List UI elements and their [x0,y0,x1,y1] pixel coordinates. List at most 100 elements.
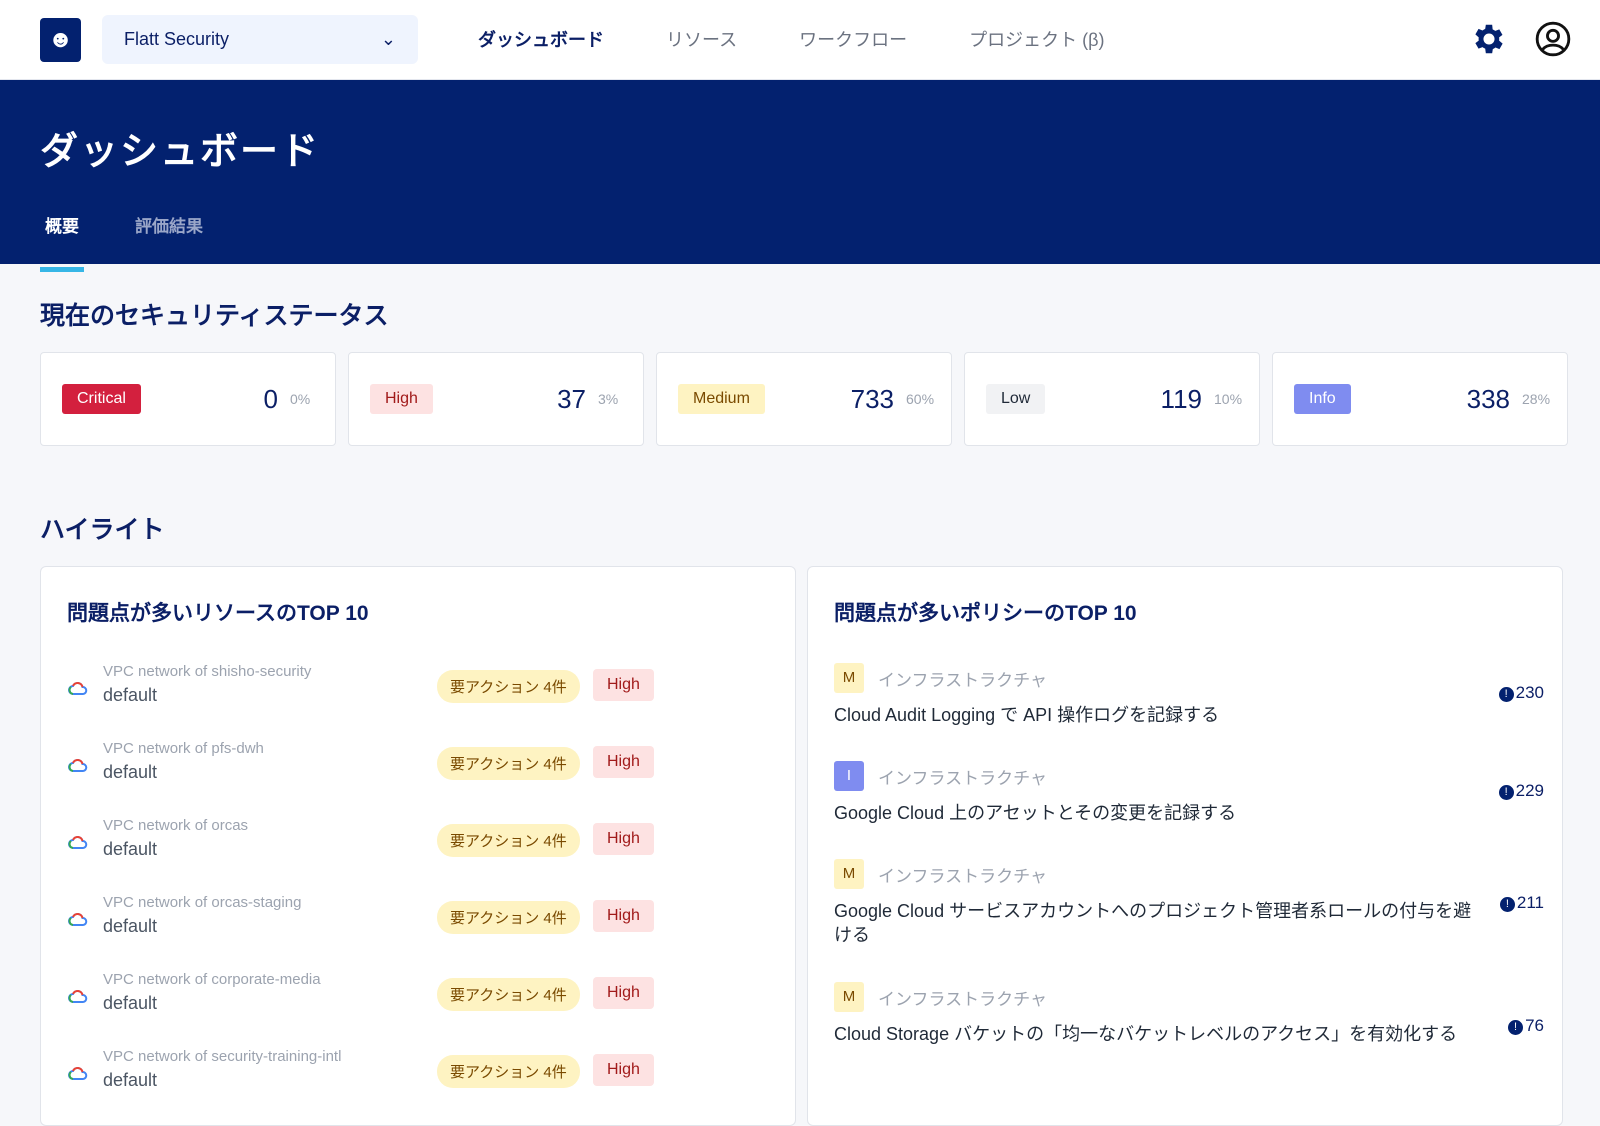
policy-count-value: 76 [1525,1016,1544,1035]
security-status-heading: 現在のセキュリティステータス [40,302,389,330]
policy-title: Google Cloud 上のアセットとその変更を記録する [834,803,1237,823]
nav-workflows[interactable]: ワークフロー [799,26,907,52]
policy-title: Cloud Storage バケットの「均一なバケットレベルのアクセス」を有効化… [834,1024,1458,1044]
action-required-badge: 要アクション 4件 [437,747,580,780]
google-cloud-icon [68,1066,88,1080]
action-required-badge: 要アクション 4件 [437,670,580,703]
resource-name: default [103,916,158,936]
severity-count: 119 [1160,383,1202,414]
policy-item[interactable]: I インフラストラクチャ Google Cloud 上のアセットとその変更を記録す… [834,761,1544,825]
resource-row[interactable]: VPC network of pfs-dwh default 要アクション 4件… [67,740,667,800]
top-header: ☻ Flatt Security ⌄ ダッシュボード リソース ワークフロー プロ… [0,0,1600,80]
severity-badge: High [593,1054,654,1086]
tab-results[interactable]: 評価結果 [130,212,208,272]
severity-badge: High [593,977,654,1009]
severity-percent: 3% [598,391,619,407]
top-resources-title: 問題点が多いリソースのTOP 10 [67,602,369,625]
severity-percent: 28% [1522,391,1551,407]
severity-badge: Low [986,384,1046,414]
chevron-down-icon: ⌄ [380,29,396,49]
policy-category: インフラストラクチャ [878,768,1047,788]
action-required-badge: 要アクション 4件 [437,901,580,934]
action-required-badge: 要アクション 4件 [437,824,580,857]
severity-badge: Medium [678,384,765,414]
severity-count: 338 [1466,383,1510,414]
severity-count: 0 [263,383,278,414]
severity-card-info[interactable]: Info 338 28% [1272,352,1568,446]
resource-name: default [103,993,158,1013]
severity-badge: High [593,823,654,855]
severity-badge: High [593,746,654,778]
tab-overview[interactable]: 概要 [40,212,84,272]
resource-row[interactable]: VPC network of security-training-intl de… [67,1048,667,1108]
resource-parent: VPC network of pfs-dwh [103,740,264,757]
action-required-badge: 要アクション 4件 [437,978,580,1011]
organization-select[interactable]: Flatt Security ⌄ [102,15,418,64]
policy-issue-count: ! 211 [1499,893,1544,913]
google-cloud-icon [68,681,88,695]
alert-icon: ! [1498,687,1514,702]
page-title: ダッシュボード [40,131,321,173]
policy-level-badge: M [834,663,864,693]
severity-count: 37 [557,383,586,414]
policy-issue-count: ! 230 [1498,683,1544,703]
google-cloud-icon [68,912,88,926]
policy-level-badge: I [834,761,864,791]
app-logo[interactable]: ☻ [40,18,81,62]
nav-resources[interactable]: リソース [666,26,737,52]
action-required-badge: 要アクション 4件 [437,1055,580,1088]
resource-parent: VPC network of orcas-staging [103,894,302,911]
top-resources-panel: 問題点が多いリソースのTOP 10 VPC network of shisho-… [40,566,796,1126]
severity-card-medium[interactable]: Medium 733 60% [656,352,952,446]
resource-row[interactable]: VPC network of shisho-security default 要… [67,663,667,723]
resource-name: default [103,1070,158,1090]
severity-badge: Info [1294,384,1351,414]
gear-icon[interactable] [1470,20,1508,58]
main-nav: ダッシュボード リソース ワークフロー プロジェクト (β) [478,26,1104,52]
severity-percent: 60% [906,391,935,407]
policy-count-value: 211 [1516,893,1544,912]
policy-category: インフラストラクチャ [878,670,1047,690]
policy-item[interactable]: M インフラストラクチャ Google Cloud サービスアカウントへのプロジェ… [834,859,1544,947]
nav-dashboard[interactable]: ダッシュボード [478,26,604,52]
severity-badge: High [593,900,654,932]
policy-title: Google Cloud サービスアカウントへのプロジェクト管理者系ロールの付与… [834,901,1472,945]
resource-name: default [103,685,158,705]
resource-row[interactable]: VPC network of orcas-staging default 要アク… [67,894,667,954]
resource-parent: VPC network of shisho-security [103,663,312,680]
policy-count-value: 230 [1515,683,1544,702]
nav-projects[interactable]: プロジェクト (β) [969,26,1104,52]
resource-name: default [103,839,158,859]
policy-level-badge: M [834,859,864,889]
policy-count-value: 229 [1515,781,1544,800]
resource-parent: VPC network of corporate-media [103,971,321,988]
severity-count: 733 [850,383,894,414]
policy-level-badge: M [834,982,864,1012]
resource-parent: VPC network of orcas [103,817,249,834]
resource-row[interactable]: VPC network of corporate-media default 要… [67,971,667,1031]
user-account-icon[interactable] [1534,20,1572,58]
highlight-heading: ハイライト [40,516,165,544]
policy-category: インフラストラクチャ [878,989,1047,1009]
google-cloud-icon [68,989,88,1003]
severity-card-low[interactable]: Low 119 10% [964,352,1260,446]
policy-item[interactable]: M インフラストラクチャ Cloud Storage バケットの「均一なバケットレ… [834,982,1544,1046]
google-cloud-icon [68,758,88,772]
policy-issue-count: ! 76 [1508,1016,1544,1036]
top-policies-panel: 問題点が多いポリシーのTOP 10 M インフラストラクチャ Cloud Audi… [807,566,1563,1126]
policy-category: インフラストラクチャ [878,866,1047,886]
page-banner: ダッシュボード 概要 評価結果 [0,80,1600,272]
severity-card-critical[interactable]: Critical 0 0% [40,352,336,446]
alert-icon: ! [1499,897,1515,912]
organization-name: Flatt Security [124,29,230,49]
alert-icon: ! [1508,1020,1524,1035]
severity-percent: 0% [290,391,311,407]
google-cloud-icon [68,835,88,849]
severity-cards: Critical 0 0% High 37 3% Medium 733 60% … [40,352,1568,446]
severity-badge: Critical [62,384,141,414]
severity-card-high[interactable]: High 37 3% [348,352,644,446]
policy-item[interactable]: M インフラストラクチャ Cloud Audit Logging で API 操作… [834,663,1544,727]
resource-name: default [103,762,158,782]
alert-icon: ! [1498,785,1514,800]
resource-row[interactable]: VPC network of orcas default 要アクション 4件 H… [67,817,667,877]
